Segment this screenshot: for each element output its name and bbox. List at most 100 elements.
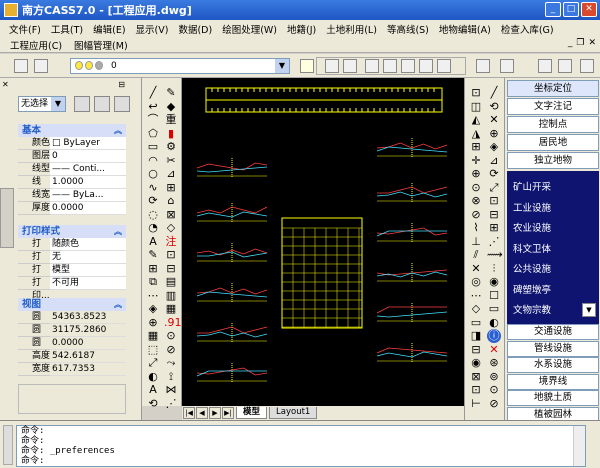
modify-tool-icon[interactable]: ⊡ — [164, 248, 178, 262]
close-button[interactable]: ✕ — [581, 2, 597, 17]
draw-tool-icon[interactable]: A — [146, 235, 160, 249]
edit-tool-icon[interactable]: ⟲ — [487, 100, 501, 114]
prop-value[interactable]: 不可用 — [50, 277, 126, 290]
maximize-button[interactable]: □ — [563, 2, 579, 17]
osnap-tool-icon[interactable]: ✛ — [469, 154, 483, 168]
osnap-tool-icon[interactable]: ⊞ — [469, 140, 483, 154]
mdi-close-button[interactable]: ✕ — [588, 38, 596, 48]
prop-row[interactable]: 打印...无 — [18, 251, 126, 275]
draw-tool-icon[interactable]: ⊞ — [146, 262, 160, 276]
mdi-minimize-button[interactable]: _ — [568, 38, 573, 48]
feature-list-item[interactable]: 文物宗教 — [513, 302, 551, 316]
draw-tool-icon[interactable]: ⋯ — [146, 289, 160, 303]
edit-tool-icon[interactable]: ⊟ — [487, 208, 501, 222]
layer-manager-icon[interactable] — [14, 59, 28, 73]
edit-tool-icon[interactable]: ⊘ — [487, 397, 501, 411]
feature-button[interactable]: 居民地 — [507, 134, 599, 151]
menu2-item-1[interactable]: 图幅管理(M) — [68, 38, 134, 52]
draw-tool-icon[interactable]: ◈ — [146, 302, 160, 316]
prop-row[interactable]: 线型 —— Conti... — [18, 163, 126, 176]
menu-item-5[interactable]: 绘图处理(W) — [217, 22, 282, 36]
edit-tool-icon[interactable]: ▭ — [487, 302, 501, 316]
edit-tool-icon[interactable]: ⊙ — [487, 383, 501, 397]
modify-tool-icon[interactable]: ▥ — [164, 289, 178, 303]
menu2-item-0[interactable]: 工程应用(C) — [4, 38, 68, 52]
draw-tool-icon[interactable]: ⊕ — [146, 316, 160, 330]
menu-item-1[interactable]: 工具(T) — [46, 22, 88, 36]
modify-tool-icon[interactable]: ⊙ — [164, 329, 178, 343]
feature-list-item[interactable]: 公共设施 — [513, 261, 551, 275]
edit-tool-icon[interactable]: ⊕ — [487, 127, 501, 141]
feature-button[interactable]: 交通设施 — [507, 324, 599, 340]
match-properties-icon[interactable] — [558, 59, 572, 73]
edit-tool-icon[interactable]: ⊚ — [487, 370, 501, 384]
draw-tool-icon[interactable]: ◌ — [146, 208, 160, 222]
draw-tool-icon[interactable]: ⤢ — [146, 356, 160, 370]
edit-tool-icon[interactable]: ⟳ — [487, 167, 501, 181]
prop-value[interactable]: 542.6187 — [50, 350, 126, 363]
prop-value[interactable]: □ ByLayer — [50, 137, 126, 150]
osnap-tool-icon[interactable]: ⊙ — [469, 181, 483, 195]
properties-icon[interactable] — [538, 59, 552, 73]
first-tab-icon[interactable]: |◀ — [183, 407, 195, 419]
feature-button[interactable]: 水系设施 — [507, 357, 599, 373]
feature-list-item[interactable]: 工业设施 — [513, 200, 551, 214]
modify-tool-icon[interactable]: ⤳ — [164, 356, 178, 370]
toggle-pickadd-icon[interactable] — [74, 96, 90, 112]
menu-item-0[interactable]: 文件(F) — [4, 22, 46, 36]
edit-tool-icon[interactable]: ◈ — [487, 140, 501, 154]
osnap-tool-icon[interactable]: ⊢ — [469, 397, 483, 411]
modify-tool-icon[interactable]: ⋰ — [164, 397, 178, 411]
menu-item-6[interactable]: 地籍(J) — [282, 22, 321, 36]
prop-value[interactable]: 31175.2860 — [50, 324, 126, 337]
edit-tool-icon[interactable]: ⤢ — [487, 181, 501, 195]
last-tab-icon[interactable]: ▶| — [222, 407, 234, 419]
modify-tool-icon[interactable]: ⊘ — [164, 343, 178, 357]
draw-tool-icon[interactable]: ⬠ — [146, 127, 160, 141]
menu-item-7[interactable]: 土地利用(L) — [321, 22, 382, 36]
menu-item-2[interactable]: 编辑(E) — [88, 22, 130, 36]
layer-combo[interactable]: 0 ▼ — [70, 58, 290, 74]
draw-tool-icon[interactable]: ⌒ — [146, 113, 160, 127]
redo-icon[interactable] — [500, 59, 514, 73]
prop-value[interactable]: 随颜色 — [50, 238, 126, 251]
modify-tool-icon[interactable]: ✂ — [164, 154, 178, 168]
edit-tool-icon[interactable]: ⋰ — [487, 235, 501, 249]
draw-tool-icon[interactable]: ⬚ — [146, 343, 160, 357]
osnap-tool-icon[interactable]: ⊥ — [469, 235, 483, 249]
modify-tool-icon[interactable]: ⚙ — [164, 140, 178, 154]
modify-tool-icon[interactable]: ⊟ — [164, 262, 178, 276]
feature-button[interactable]: 独立地物 — [507, 152, 599, 169]
edit-tool-icon[interactable]: ⊡ — [487, 194, 501, 208]
prop-row[interactable]: 线型...1.0000 — [18, 176, 126, 200]
edit-tool-icon[interactable]: ⫶ — [487, 262, 501, 276]
feature-list-item[interactable]: 农业设施 — [513, 220, 551, 234]
prop-value[interactable]: 0 — [50, 150, 126, 163]
menu-item-9[interactable]: 地物编辑(A) — [434, 22, 496, 36]
draw-tool-icon[interactable]: ⟳ — [146, 194, 160, 208]
menu-item-4[interactable]: 数据(D) — [173, 22, 217, 36]
draw-tool-icon[interactable]: ◔ — [146, 221, 160, 235]
edit-tool-icon[interactable]: ⊛ — [487, 356, 501, 370]
osnap-tool-icon[interactable]: ⊘ — [469, 208, 483, 222]
feature-button[interactable]: 境界线 — [507, 373, 599, 390]
menu-item-10[interactable]: 检查入库(G) — [496, 22, 559, 36]
prop-row[interactable]: 圆心...54363.8523 — [18, 311, 126, 335]
palette-autohide-icon[interactable]: ⊟ — [118, 80, 125, 89]
prev-tab-icon[interactable]: ◀ — [196, 407, 208, 419]
palette-close-icon[interactable]: ✕ — [2, 80, 9, 89]
help-icon[interactable] — [580, 59, 594, 73]
draw-tool-icon[interactable]: ╱ — [146, 86, 160, 100]
osnap-tool-icon[interactable]: ⫽ — [469, 248, 483, 262]
command-grip[interactable] — [3, 425, 13, 465]
draw-tool-icon[interactable]: ◠ — [146, 154, 160, 168]
osnap-tool-icon[interactable]: ⊗ — [469, 194, 483, 208]
osnap-tool-icon[interactable]: ⊡ — [469, 383, 483, 397]
osnap-tool-icon[interactable]: ◫ — [469, 100, 483, 114]
chevron-down-icon[interactable]: ▼ — [275, 59, 289, 73]
osnap-tool-icon[interactable]: ⌇ — [469, 221, 483, 235]
osnap-tool-icon[interactable]: ◨ — [469, 329, 483, 343]
menu-item-8[interactable]: 等高线(S) — [382, 22, 434, 36]
list-dropdown-icon[interactable]: ▼ — [582, 303, 596, 317]
command-scrollbar[interactable] — [573, 426, 585, 466]
